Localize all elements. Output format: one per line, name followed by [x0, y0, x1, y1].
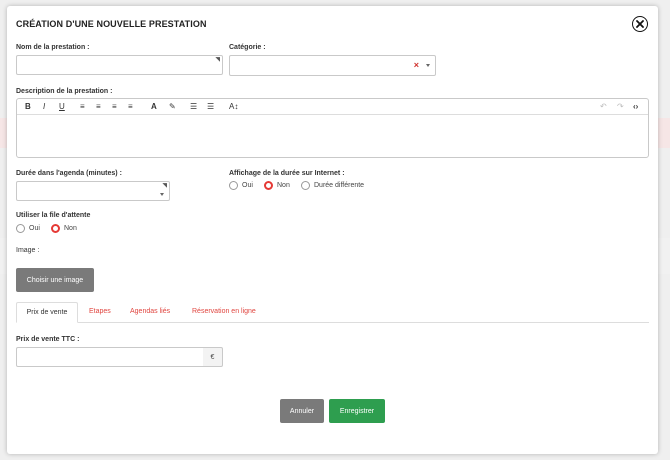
save-button[interactable]: Enregistrer	[329, 399, 385, 423]
modal-title: CRÉATION D'UNE NOUVELLE PRESTATION	[16, 19, 207, 29]
align-left-icon[interactable]: ≡	[80, 102, 85, 112]
price-label: Prix de vente TTC :	[16, 336, 80, 343]
tab-reservation-en-ligne[interactable]: Réservation en ligne	[192, 308, 256, 315]
resize-handle-icon: ◥	[162, 183, 167, 189]
duration-input[interactable]: ◥	[16, 181, 170, 201]
name-label: Nom de la prestation :	[16, 44, 90, 51]
tab-agendas-lies[interactable]: Agendas liés	[130, 308, 170, 315]
align-justify-icon[interactable]: ≡	[128, 102, 133, 112]
font-size-icon[interactable]: A↕	[229, 102, 238, 112]
image-label: Image :	[16, 247, 40, 254]
align-right-icon[interactable]: ≡	[112, 102, 117, 112]
tab-prix-de-vente[interactable]: Prix de vente	[16, 302, 78, 323]
cancel-button[interactable]: Annuler	[280, 399, 324, 423]
redo-icon[interactable]: ↷	[617, 102, 624, 112]
category-select[interactable]: ×	[229, 55, 436, 76]
name-input[interactable]: ◥	[16, 55, 223, 75]
text-color-icon[interactable]: A	[151, 102, 157, 112]
numbered-list-icon[interactable]: ☰	[207, 102, 214, 112]
radio-label: Oui	[242, 182, 253, 189]
tabs-divider	[16, 322, 649, 323]
choose-image-button[interactable]: Choisir une image	[16, 268, 94, 292]
category-label: Catégorie :	[229, 44, 266, 51]
internet-display-label: Affichage de la durée sur Internet :	[229, 170, 345, 177]
clear-icon[interactable]: ×	[414, 61, 419, 70]
radio-queue-non[interactable]	[51, 224, 60, 233]
close-button[interactable]	[632, 16, 648, 32]
currency-addon: €	[203, 347, 223, 367]
radio-internet-non[interactable]	[264, 181, 273, 190]
code-icon[interactable]: ‹›	[633, 102, 638, 112]
align-center-icon[interactable]: ≡	[96, 102, 101, 112]
italic-button[interactable]: I	[43, 102, 45, 112]
description-editor[interactable]: B I U ≡ ≡ ≡ ≡ A ✎ ☰ ☰ A↕ ↶ ↷ ‹›	[16, 98, 649, 158]
tab-etapes[interactable]: Etapes	[89, 308, 111, 315]
radio-internet-oui[interactable]	[229, 181, 238, 190]
bullet-list-icon[interactable]: ☰	[190, 102, 197, 112]
radio-label: Non	[64, 225, 77, 232]
duration-label: Durée dans l'agenda (minutes) :	[16, 170, 122, 177]
chevron-down-icon	[160, 193, 164, 196]
radio-queue-oui[interactable]	[16, 224, 25, 233]
description-label: Description de la prestation :	[16, 88, 113, 95]
queue-label: Utiliser la file d'attente	[16, 212, 91, 219]
close-icon	[636, 20, 644, 28]
create-service-modal: CRÉATION D'UNE NOUVELLE PRESTATION Nom d…	[7, 6, 658, 454]
editor-toolbar: B I U ≡ ≡ ≡ ≡ A ✎ ☰ ☰ A↕ ↶ ↷ ‹›	[17, 99, 648, 115]
radio-label: Non	[277, 182, 290, 189]
underline-button[interactable]: U	[59, 102, 65, 112]
bold-button[interactable]: B	[25, 102, 31, 112]
radio-internet-duree-differente[interactable]	[301, 181, 310, 190]
radio-label: Oui	[29, 225, 40, 232]
resize-handle-icon: ◥	[215, 57, 220, 63]
undo-icon[interactable]: ↶	[600, 102, 607, 112]
highlight-icon[interactable]: ✎	[169, 102, 176, 112]
chevron-down-icon	[426, 64, 430, 67]
price-input[interactable]	[16, 347, 204, 367]
radio-label: Durée différente	[314, 182, 365, 189]
